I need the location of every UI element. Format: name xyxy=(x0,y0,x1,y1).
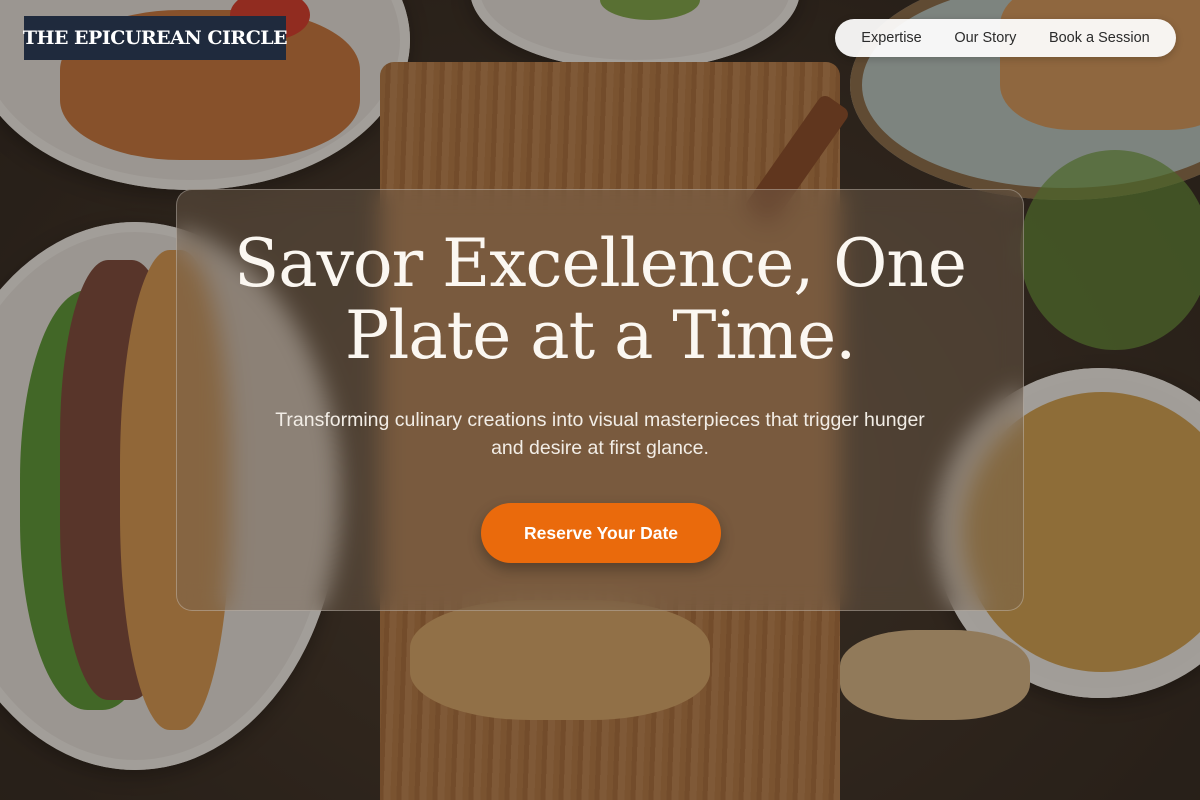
nav-link-book-a-session[interactable]: Book a Session xyxy=(1049,30,1150,46)
nav-link-expertise[interactable]: Expertise xyxy=(861,30,921,46)
reserve-date-button[interactable]: Reserve Your Date xyxy=(481,503,721,563)
brand-logo-text: THE EPICUREAN CIRCLE xyxy=(22,27,288,49)
brand-logo[interactable]: THE EPICUREAN CIRCLE xyxy=(22,16,288,60)
hero-subtitle: Transforming culinary creations into vis… xyxy=(275,409,925,459)
hero-headline: Savor Excellence, One Plate at a Time. xyxy=(234,225,967,374)
hero-card: Savor Excellence, One Plate at a Time. T… xyxy=(176,189,1024,611)
main-nav: Expertise Our Story Book a Session xyxy=(835,19,1176,57)
nav-link-our-story[interactable]: Our Story xyxy=(954,30,1016,46)
